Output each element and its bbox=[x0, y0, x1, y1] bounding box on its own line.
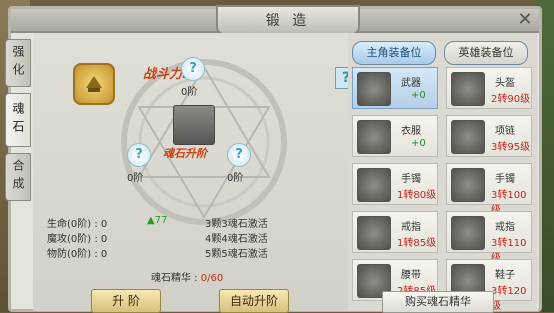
stat-add bbox=[147, 230, 205, 245]
window-title: 锻 造 bbox=[216, 5, 360, 35]
close-icon[interactable]: ✕ bbox=[513, 9, 537, 31]
equip-slot-weapon[interactable]: 武器 +0 bbox=[352, 67, 438, 109]
slot-top-label: 0阶 bbox=[181, 87, 198, 98]
equip-value: 1转80级 bbox=[397, 190, 437, 201]
equip-name: 鞋子 bbox=[495, 270, 515, 281]
side-tabs: 强化 魂石 合成 bbox=[5, 39, 31, 207]
buy-essence-button[interactable]: 购买魂石精华 bbox=[382, 291, 494, 313]
equip-slot-bracelet-right[interactable]: 手镯 3转100级 bbox=[446, 163, 532, 216]
tab-synthesis[interactable]: 合成 bbox=[5, 153, 31, 201]
stat-name: 生命(0阶) : 0 bbox=[47, 219, 108, 230]
center-soulstone-icon[interactable] bbox=[173, 105, 215, 145]
tab-soulstone[interactable]: 魂石 bbox=[5, 93, 31, 147]
equip-value: +0 bbox=[411, 90, 426, 101]
necklace-icon bbox=[451, 120, 485, 154]
equip-name: 戒指 bbox=[401, 222, 421, 233]
equip-value: 1转85级 bbox=[397, 238, 437, 249]
stats-list: 生命(0阶) : 0 ▲77 3颗3魂石激活 魔攻(0阶) : 0 4颗4魂石激… bbox=[47, 215, 268, 260]
forge-window: 锻 造 ✕ 强化 魂石 合成 战斗力:0 ? ? 0阶 ? 0阶 ? 0阶 魂石… bbox=[5, 5, 542, 313]
ring-icon bbox=[357, 216, 391, 250]
auto-upgrade-button[interactable]: 自动升阶 bbox=[219, 289, 289, 313]
equip-slot-armor[interactable]: 衣服 +0 bbox=[352, 115, 438, 157]
equip-name: 手镯 bbox=[401, 174, 421, 185]
equip-name: 衣服 bbox=[401, 126, 421, 137]
stat-activate: 4颗4魂石激活 bbox=[205, 234, 268, 245]
equip-slot-necklace[interactable]: 项链 3转95级 bbox=[446, 115, 532, 157]
armor-icon bbox=[357, 120, 391, 154]
weapon-icon bbox=[357, 72, 391, 106]
equip-name: 手镯 bbox=[495, 174, 515, 185]
equip-name: 头盔 bbox=[495, 78, 515, 89]
equip-name: 项链 bbox=[495, 126, 515, 137]
equip-value: 2转90级 bbox=[491, 94, 531, 105]
essence-label: 魂石精华 : bbox=[151, 273, 198, 284]
essence-readout: 魂石精华 : 0/60 bbox=[151, 269, 223, 284]
bracelet-icon bbox=[451, 168, 485, 202]
stat-row: 物防(0阶) : 0 5颗5魂石激活 bbox=[47, 245, 268, 260]
stat-add bbox=[147, 245, 205, 260]
soulstone-upgrade-label: 魂石升阶 bbox=[163, 147, 207, 160]
slot-right-label: 0阶 bbox=[227, 173, 244, 184]
equip-slot-bracelet-left[interactable]: 手镯 1转80级 bbox=[352, 163, 438, 205]
tab-hero-equipment[interactable]: 英雄装备位 bbox=[444, 41, 528, 65]
soulstone-badge-icon bbox=[73, 63, 115, 105]
equip-slot-ring-right[interactable]: 戒指 3转110级 bbox=[446, 211, 532, 264]
forge-panel: 战斗力:0 ? ? 0阶 ? 0阶 ? 0阶 魂石升阶 生命(0阶) : 0 ▲… bbox=[33, 33, 357, 313]
helmet-icon bbox=[451, 72, 485, 106]
equip-value: +0 bbox=[411, 138, 426, 149]
stat-activate: 3颗3魂石激活 bbox=[205, 219, 268, 230]
equip-name: 武器 bbox=[401, 78, 421, 89]
stat-name: 物防(0阶) : 0 bbox=[47, 249, 108, 260]
bracelet-icon bbox=[357, 168, 391, 202]
title-bar: 锻 造 ✕ bbox=[11, 5, 539, 35]
soulstone-slot-left[interactable]: ? bbox=[127, 143, 151, 167]
stat-activate: 5颗5魂石激活 bbox=[205, 249, 268, 260]
ring-icon bbox=[451, 216, 485, 250]
equip-slot-ring-left[interactable]: 戒指 1转85级 bbox=[352, 211, 438, 253]
stat-row: 魔攻(0阶) : 0 4颗4魂石激活 bbox=[47, 230, 268, 245]
essence-value: 0/60 bbox=[200, 273, 224, 284]
stat-add: ▲77 bbox=[147, 215, 168, 226]
stat-row: 生命(0阶) : 0 ▲77 3颗3魂石激活 bbox=[47, 215, 268, 230]
soulstone-slot-right[interactable]: ? bbox=[227, 143, 251, 167]
equip-value: 3转95级 bbox=[491, 142, 531, 153]
equip-value: 3转120级 bbox=[491, 286, 527, 312]
equipment-panel: 主角装备位 英雄装备位 武器 +0 头盔 2转90级 衣服 +0 项链 3转95… bbox=[348, 33, 538, 312]
slot-left-label: 0阶 bbox=[127, 173, 144, 184]
stat-name: 魔攻(0阶) : 0 bbox=[47, 234, 108, 245]
equip-name: 戒指 bbox=[495, 222, 515, 233]
equip-name: 腰带 bbox=[401, 270, 421, 281]
soulstone-slot-top[interactable]: ? bbox=[181, 57, 205, 81]
equip-slot-helmet[interactable]: 头盔 2转90级 bbox=[446, 67, 532, 109]
upgrade-button[interactable]: 升 阶 bbox=[91, 289, 161, 313]
tab-strengthen[interactable]: 强化 bbox=[5, 39, 31, 87]
tab-hero-main-equipment[interactable]: 主角装备位 bbox=[352, 41, 436, 65]
